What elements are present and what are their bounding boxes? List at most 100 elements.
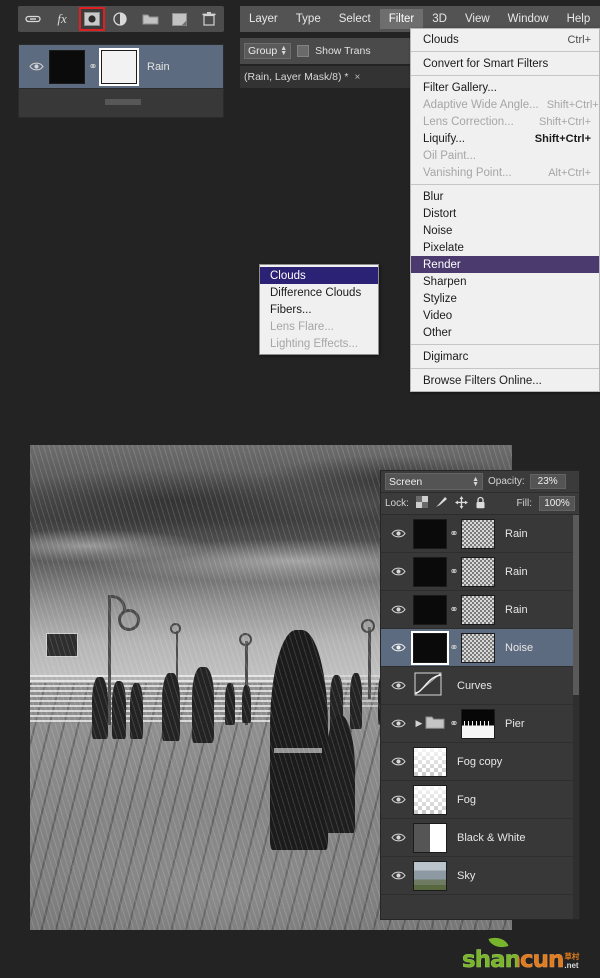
- menu-3d[interactable]: 3D: [423, 9, 456, 29]
- table-row[interactable]: ⚭ Rain: [19, 45, 223, 89]
- layer-panel-toolbar: fx: [18, 6, 224, 32]
- layers-panel: Screen ▲▼ Opacity: 23% Lock: Fill: 100%: [380, 470, 580, 920]
- lock-all-icon[interactable]: [475, 496, 486, 512]
- menu-item-stylize[interactable]: Stylize: [411, 290, 599, 307]
- menu-view[interactable]: View: [456, 9, 499, 29]
- group-select[interactable]: Group ▲ ▼: [244, 43, 292, 59]
- layer-thumbnail[interactable]: [413, 784, 447, 815]
- menu-type[interactable]: Type: [287, 9, 330, 29]
- eye-visibility-icon[interactable]: [383, 528, 413, 539]
- menu-item-noise[interactable]: Noise: [411, 222, 599, 239]
- curves-adjustment-icon[interactable]: [413, 671, 447, 701]
- new-group-icon[interactable]: [139, 9, 161, 29]
- show-transform-checkbox[interactable]: [297, 45, 310, 57]
- lock-position-icon[interactable]: [454, 495, 468, 512]
- layer-thumbnail[interactable]: [413, 594, 447, 625]
- layers-panel-scrollbar[interactable]: [573, 515, 579, 919]
- table-row-partial[interactable]: [19, 89, 223, 115]
- submenu-item-difference-clouds[interactable]: Difference Clouds: [260, 284, 378, 301]
- submenu-item-clouds[interactable]: Clouds: [260, 267, 378, 284]
- eye-visibility-icon[interactable]: [23, 61, 49, 72]
- menu-filter[interactable]: Filter: [379, 9, 424, 29]
- table-row[interactable]: ⚭ Rain: [381, 515, 579, 553]
- table-row[interactable]: Fog copy: [381, 743, 579, 781]
- new-fill-adjustment-layer-icon[interactable]: [110, 9, 132, 29]
- mini-layers-list[interactable]: ⚭ Rain: [18, 44, 224, 118]
- layer-thumbnail[interactable]: [413, 556, 447, 587]
- eye-visibility-icon[interactable]: [383, 832, 413, 843]
- layer-thumbnail[interactable]: [413, 518, 447, 549]
- table-row[interactable]: Black & White: [381, 819, 579, 857]
- new-layer-icon[interactable]: [169, 9, 191, 29]
- layer-mask-thumbnail[interactable]: [99, 47, 139, 86]
- document-tab[interactable]: (Rain, Layer Mask/8) * ×: [240, 66, 420, 88]
- link-chain-icon[interactable]: ⚭: [447, 527, 461, 540]
- fx-icon[interactable]: fx: [51, 9, 73, 29]
- table-row[interactable]: ▶ ⚭ Pier: [381, 705, 579, 743]
- menu-item-clouds[interactable]: Clouds Ctrl+: [411, 31, 599, 48]
- layer-mask-thumbnail[interactable]: [461, 518, 495, 549]
- group-mask-thumbnail[interactable]: [461, 708, 495, 739]
- menu-item-digimarc[interactable]: Digimarc: [411, 348, 599, 365]
- delete-layer-icon[interactable]: [198, 9, 220, 29]
- link-chain-icon[interactable]: ⚭: [447, 717, 461, 730]
- photoshop-screenshot: fx ⚭ Rain Group ▲ ▼ Show Trans (Rain, La…: [0, 0, 600, 978]
- close-icon[interactable]: ×: [354, 72, 360, 83]
- blend-mode-select[interactable]: Screen ▲ ▼: [385, 473, 483, 490]
- menu-item-blur[interactable]: Blur: [411, 188, 599, 205]
- eye-visibility-icon[interactable]: [383, 870, 413, 881]
- link-chain-icon[interactable]: ⚭: [447, 641, 461, 654]
- link-layers-icon[interactable]: [22, 9, 44, 29]
- layers-list[interactable]: ⚭ Rain ⚭ Rain ⚭ Rain ⚭ Noise Curves ▶ ⚭ …: [381, 515, 579, 919]
- menu-item-filter-gallery[interactable]: Filter Gallery...: [411, 79, 599, 96]
- chevron-updown-icon: ▲ ▼: [472, 475, 479, 488]
- submenu-item-fibers[interactable]: Fibers...: [260, 301, 378, 318]
- layer-thumbnail[interactable]: [413, 746, 447, 777]
- eye-visibility-icon[interactable]: [383, 756, 413, 767]
- table-row[interactable]: ⚭ Rain: [381, 553, 579, 591]
- menu-item-other[interactable]: Other: [411, 324, 599, 341]
- layer-mask-thumbnail[interactable]: [461, 556, 495, 587]
- black-white-adjustment-thumbnail[interactable]: [413, 822, 447, 853]
- eye-visibility-icon[interactable]: [383, 604, 413, 615]
- eye-visibility-icon[interactable]: [383, 718, 413, 729]
- table-row[interactable]: ⚭ Noise: [381, 629, 579, 667]
- opacity-input[interactable]: 23%: [529, 474, 566, 489]
- link-chain-icon[interactable]: ⚭: [447, 565, 461, 578]
- menu-item-sharpen[interactable]: Sharpen: [411, 273, 599, 290]
- menu-help[interactable]: Help: [558, 9, 600, 29]
- add-layer-mask-icon[interactable]: [78, 7, 105, 31]
- menu-item-convert-for-smart-filters[interactable]: Convert for Smart Filters: [411, 55, 599, 72]
- table-row[interactable]: Sky: [381, 857, 579, 895]
- eye-visibility-icon[interactable]: [383, 794, 413, 805]
- layer-thumbnail[interactable]: [413, 860, 447, 891]
- chevron-right-icon[interactable]: ▶: [413, 718, 425, 729]
- layer-mask-thumbnail[interactable]: [461, 632, 495, 663]
- table-row[interactable]: Fog: [381, 781, 579, 819]
- divider: [411, 184, 599, 185]
- menu-item-distort[interactable]: Distort: [411, 205, 599, 222]
- link-chain-icon[interactable]: ⚭: [447, 603, 461, 616]
- table-row[interactable]: ⚭ Rain: [381, 591, 579, 629]
- layer-mask-thumbnail[interactable]: [461, 594, 495, 625]
- fill-input[interactable]: 100%: [539, 496, 575, 511]
- lock-transparent-pixels-icon[interactable]: [415, 496, 428, 511]
- menu-item-video[interactable]: Video: [411, 307, 599, 324]
- menu-item-browse-filters-online[interactable]: Browse Filters Online...: [411, 372, 599, 389]
- watermark-text: shancun: [462, 947, 565, 973]
- eye-visibility-icon[interactable]: [383, 566, 413, 577]
- eye-visibility-icon[interactable]: [383, 680, 413, 691]
- menu-window[interactable]: Window: [499, 9, 558, 29]
- menu-select[interactable]: Select: [330, 9, 380, 29]
- menu-item-pixelate[interactable]: Pixelate: [411, 239, 599, 256]
- lock-image-pixels-icon[interactable]: [435, 496, 448, 511]
- menu-item-liquify[interactable]: Liquify... Shift+Ctrl+: [411, 130, 599, 147]
- layer-name: Rain: [505, 603, 528, 616]
- menu-layer[interactable]: Layer: [240, 9, 287, 29]
- eye-visibility-icon[interactable]: [383, 642, 413, 653]
- layer-thumbnail[interactable]: [411, 630, 449, 665]
- menu-item-render[interactable]: Render: [411, 256, 599, 273]
- layer-thumbnail[interactable]: [49, 49, 85, 84]
- table-row[interactable]: Curves: [381, 667, 579, 705]
- link-chain-icon[interactable]: ⚭: [85, 60, 101, 73]
